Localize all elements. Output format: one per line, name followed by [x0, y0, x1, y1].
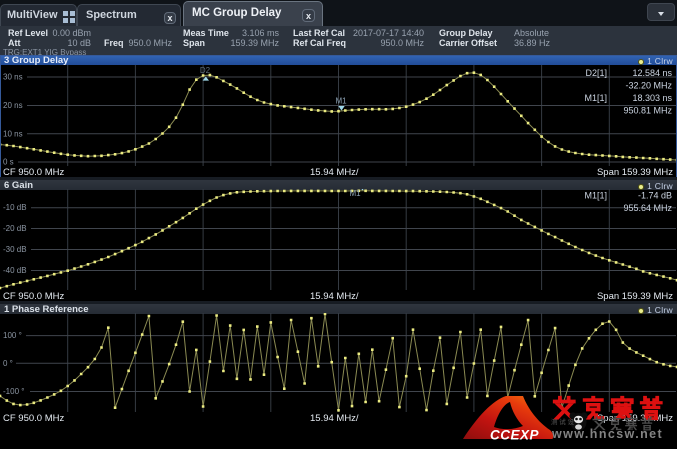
svg-text:-10 dB: -10 dB	[3, 203, 27, 212]
svg-text:D2[1]: D2[1]	[585, 68, 607, 78]
svg-text:M1: M1	[335, 97, 347, 106]
svg-text:100 °: 100 °	[3, 331, 22, 340]
svg-text:0 °: 0 °	[3, 359, 13, 368]
svg-text:-1.74 dB: -1.74 dB	[638, 191, 672, 201]
svg-text:-40 dB: -40 dB	[3, 266, 27, 275]
svg-text:10 ns: 10 ns	[3, 129, 23, 138]
svg-text:D2: D2	[200, 66, 211, 75]
svg-text:950.81 MHz: 950.81 MHz	[623, 106, 672, 116]
svg-text:30 ns: 30 ns	[3, 73, 23, 82]
svg-text:www.hncsw.net: www.hncsw.net	[551, 427, 663, 441]
svg-text:-32.20 MHz: -32.20 MHz	[625, 81, 672, 91]
svg-text:M1[1]: M1[1]	[584, 93, 607, 103]
svg-text:955.64 MHz: 955.64 MHz	[623, 203, 672, 213]
svg-text:20 ns: 20 ns	[3, 101, 23, 110]
svg-text:0 s: 0 s	[3, 158, 14, 167]
svg-text:-20 dB: -20 dB	[3, 224, 27, 233]
svg-text:M1: M1	[349, 189, 361, 198]
svg-text:12.584 ns: 12.584 ns	[632, 68, 672, 78]
svg-text:18.303 ns: 18.303 ns	[632, 93, 672, 103]
svg-text:-30 dB: -30 dB	[3, 245, 27, 254]
svg-text:-100 °: -100 °	[3, 387, 24, 396]
svg-text:测 试 设: 测 试 设	[551, 417, 575, 426]
svg-text:M1[1]: M1[1]	[584, 191, 607, 201]
svg-text:CCEXP: CCEXP	[490, 428, 540, 443]
